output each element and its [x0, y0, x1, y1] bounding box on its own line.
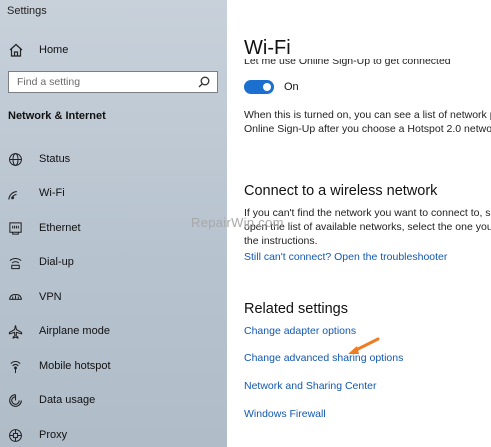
sidebar: Settings Home Network & Internet Status …: [0, 0, 227, 447]
windows-firewall-link[interactable]: Windows Firewall: [244, 408, 326, 420]
dialup-icon: [9, 257, 22, 269]
orange-arrow-annotation: [348, 337, 380, 354]
change-adapter-options-link[interactable]: Change adapter options: [244, 325, 356, 337]
vpn-icon: [8, 293, 23, 300]
sidebar-item-label: Status: [39, 153, 71, 165]
sidebar-item-data-usage[interactable]: Data usage: [8, 390, 95, 410]
globe-icon: [9, 152, 22, 166]
hotspot-icon: [10, 360, 21, 373]
sidebar-item-vpn[interactable]: VPN: [8, 287, 62, 307]
online-signup-description-line: Online Sign-Up after you choose a Hotspo…: [244, 123, 491, 135]
sidebar-item-label: Wi-Fi: [39, 187, 65, 199]
sidebar-item-mobile-hotspot[interactable]: Mobile hotspot: [8, 356, 111, 376]
sidebar-item-label: Airplane mode: [39, 325, 110, 337]
related-settings-heading: Related settings: [244, 301, 348, 317]
sidebar-item-ethernet[interactable]: Ethernet: [8, 218, 81, 238]
main-content: Wi-Fi Let me use Online Sign-Up to get c…: [227, 0, 491, 447]
sidebar-item-label: VPN: [39, 291, 62, 303]
toggle-knob: [263, 83, 271, 91]
sidebar-item-wifi[interactable]: Wi-Fi: [8, 183, 65, 203]
online-signup-label-text: Let me use Online Sign-Up to get connect…: [244, 59, 451, 67]
wifi-icon: [8, 190, 17, 200]
online-signup-toggle[interactable]: [244, 80, 274, 94]
toggle-state-label: On: [284, 81, 299, 93]
sidebar-item-label: Data usage: [39, 394, 96, 406]
home-label: Home: [39, 44, 69, 56]
network-sharing-center-link[interactable]: Network and Sharing Center: [244, 380, 377, 392]
home-nav-item[interactable]: Home: [8, 41, 68, 59]
sidebar-item-label: Ethernet: [39, 222, 81, 234]
sidebar-item-airplane-mode[interactable]: Airplane mode: [8, 321, 110, 341]
search-input[interactable]: [17, 74, 187, 90]
online-signup-label: Let me use Online Sign-Up to get connect…: [244, 59, 451, 67]
data-usage-icon: [9, 393, 22, 407]
sidebar-item-label: Mobile hotspot: [39, 360, 111, 372]
home-icon: [9, 43, 23, 57]
proxy-icon: [9, 428, 22, 442]
page-title: Wi-Fi: [244, 37, 291, 59]
sidebar-item-status[interactable]: Status: [8, 149, 70, 169]
search-box[interactable]: [8, 71, 218, 93]
troubleshooter-link[interactable]: Still can't connect? Open the troublesho…: [244, 251, 447, 263]
sidebar-item-proxy[interactable]: Proxy: [8, 425, 67, 445]
connect-heading: Connect to a wireless network: [244, 183, 438, 199]
connect-description-line: open the list of available networks, sel…: [244, 221, 491, 233]
search-icon[interactable]: [198, 76, 210, 88]
connect-description-line: If you can't find the network you want t…: [244, 207, 491, 219]
ethernet-icon: [9, 221, 22, 235]
airplane-icon: [8, 324, 23, 339]
connect-description-line: the instructions.: [244, 235, 318, 247]
sidebar-item-label: Dial-up: [39, 256, 74, 268]
app-title: Settings: [7, 5, 47, 17]
sidebar-item-dialup[interactable]: Dial-up: [8, 252, 74, 272]
section-title: Network & Internet: [8, 110, 106, 122]
sidebar-item-label: Proxy: [39, 429, 68, 441]
online-signup-description-line: When this is turned on, you can see a li…: [244, 109, 491, 121]
